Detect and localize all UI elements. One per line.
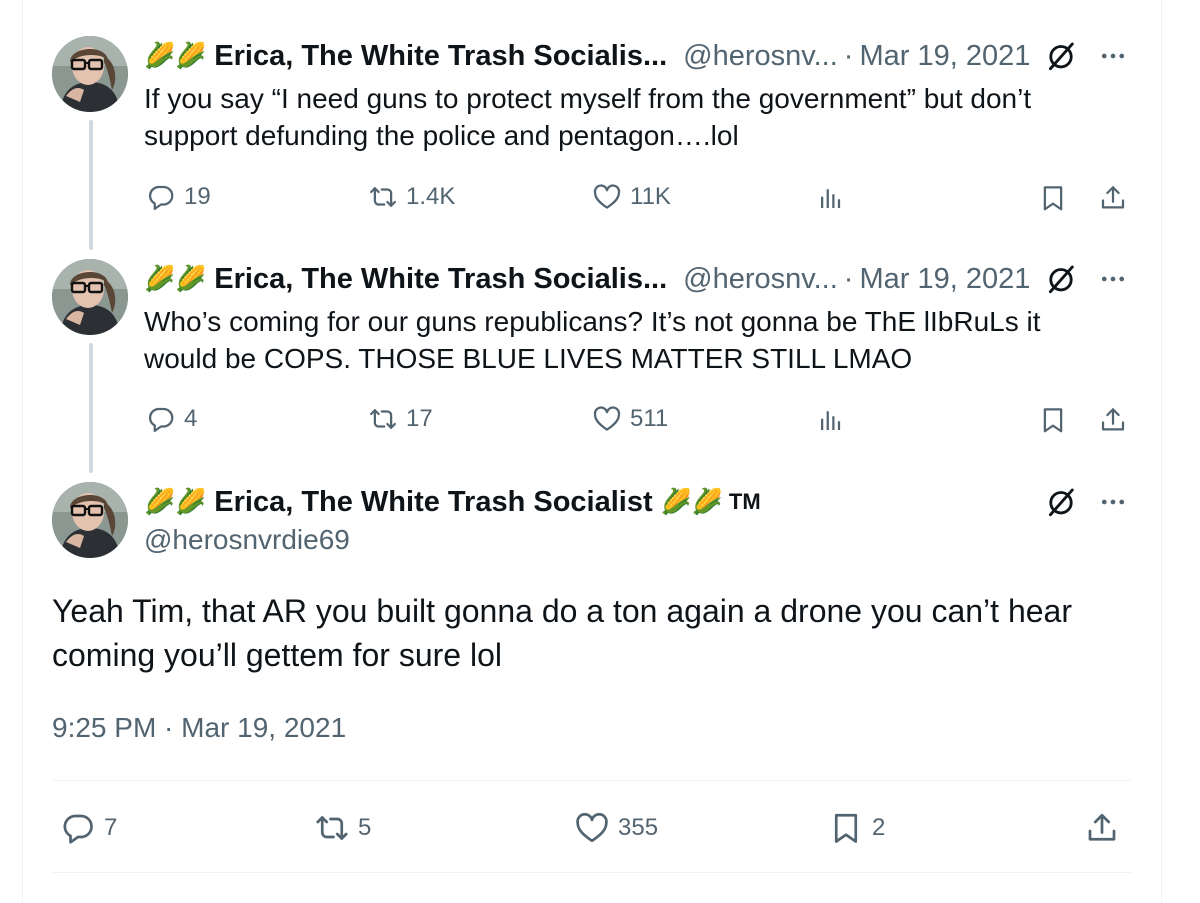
reply-count: 19 xyxy=(184,183,211,210)
like-button[interactable]: 11K xyxy=(592,182,671,212)
reply-button[interactable]: 19 xyxy=(146,182,211,212)
retweet-count: 1.4K xyxy=(406,183,456,210)
retweet-icon xyxy=(368,404,398,434)
views-chart-icon[interactable] xyxy=(816,183,846,213)
corn-emoji-badges: 🌽🌽 xyxy=(144,487,207,516)
corn-emoji-badges: 🌽🌽 xyxy=(144,41,207,70)
share-icon[interactable] xyxy=(1098,183,1128,213)
reply-icon xyxy=(146,182,176,212)
retweet-icon xyxy=(368,182,398,212)
grok-icon[interactable] xyxy=(1044,262,1078,296)
trademark-badge: TM xyxy=(728,489,761,514)
views-chart-icon[interactable] xyxy=(816,405,846,435)
reply-icon xyxy=(146,404,176,434)
share-icon[interactable] xyxy=(1098,405,1128,435)
avatar[interactable] xyxy=(52,36,128,112)
avatar-image xyxy=(52,482,128,558)
like-button[interactable]: 511 xyxy=(592,404,668,434)
user-handle[interactable]: @herosnvrdie69 xyxy=(144,524,350,556)
more-dots-icon[interactable] xyxy=(1098,264,1128,294)
display-name[interactable]: Erica, The White Trash Socialis... xyxy=(214,40,667,73)
avatar[interactable] xyxy=(52,259,128,335)
tweet-text-line: Who’s coming for our guns republicans? I… xyxy=(144,306,1041,337)
share-icon[interactable] xyxy=(1084,810,1120,846)
grok-icon[interactable] xyxy=(1044,485,1078,519)
avatar-image xyxy=(52,259,128,335)
retweet-button[interactable]: 5 xyxy=(314,810,371,846)
retweet-count: 5 xyxy=(358,814,372,841)
tweet-timestamp[interactable]: 9:25 PM · Mar 19, 2021 xyxy=(52,712,346,744)
like-count: 355 xyxy=(618,814,659,841)
display-name[interactable]: Erica, The White Trash Socialis... xyxy=(214,263,667,296)
tweet-text-line: would be COPS. THOSE BLUE LIVES MATTER S… xyxy=(144,343,913,374)
bookmark-count: 2 xyxy=(872,814,886,841)
corn-emoji-badges: 🌽🌽 xyxy=(144,264,207,293)
like-button[interactable]: 355 xyxy=(574,810,658,846)
heart-icon xyxy=(574,810,610,846)
reply-count: 7 xyxy=(104,814,118,841)
bookmark-icon xyxy=(828,810,864,846)
main-tweet-author: 🌽🌽 Erica, The White Trash Socialist 🌽🌽 T… xyxy=(144,484,761,520)
bookmark-icon[interactable] xyxy=(1038,183,1068,213)
divider xyxy=(52,780,1132,781)
more-dots-icon[interactable] xyxy=(1098,41,1128,71)
reply-icon xyxy=(60,810,96,846)
retweet-icon xyxy=(314,810,350,846)
retweet-button[interactable]: 17 xyxy=(368,404,433,434)
like-count: 11K xyxy=(630,183,671,210)
corn-emoji-badges: 🌽🌽 xyxy=(660,487,723,516)
reply-button[interactable]: 7 xyxy=(60,810,117,846)
more-dots-icon[interactable] xyxy=(1098,487,1128,517)
tweet-text-line: If you say “I need guns to protect mysel… xyxy=(144,83,1032,114)
tweet-text-line: support defunding the police and pentago… xyxy=(144,120,739,151)
heart-icon xyxy=(592,404,622,434)
main-tweet-text-line: Yeah Tim, that AR you built gonna do a t… xyxy=(52,593,1072,629)
thread-line xyxy=(89,343,93,473)
retweet-count: 17 xyxy=(406,405,433,432)
separator-dot: · xyxy=(843,262,854,295)
tweet-date[interactable]: Mar 19, 2021 xyxy=(859,40,1030,73)
bookmark-button[interactable]: 2 xyxy=(828,810,885,846)
user-handle[interactable]: @herosnv... xyxy=(683,40,838,73)
grok-icon[interactable] xyxy=(1044,39,1078,73)
reply-count: 4 xyxy=(184,405,198,432)
tweet-header: 🌽🌽 Erica, The White Trash Socialis... @h… xyxy=(144,261,1030,297)
avatar[interactable] xyxy=(52,482,128,558)
display-name[interactable]: Erica, The White Trash Socialist xyxy=(214,486,652,519)
heart-icon xyxy=(592,182,622,212)
user-handle[interactable]: @herosnv... xyxy=(683,263,838,296)
divider xyxy=(52,872,1132,873)
tweet-header: 🌽🌽 Erica, The White Trash Socialis... @h… xyxy=(144,38,1030,74)
like-count: 511 xyxy=(630,405,669,432)
avatar-image xyxy=(52,36,128,112)
main-tweet-text-line: coming you’ll gettem for sure lol xyxy=(52,637,502,673)
reply-button[interactable]: 4 xyxy=(146,404,197,434)
separator-dot: · xyxy=(843,39,854,72)
tweet-date[interactable]: Mar 19, 2021 xyxy=(859,263,1030,296)
bookmark-icon[interactable] xyxy=(1038,405,1068,435)
retweet-button[interactable]: 1.4K xyxy=(368,182,455,212)
thread-line xyxy=(89,120,93,250)
